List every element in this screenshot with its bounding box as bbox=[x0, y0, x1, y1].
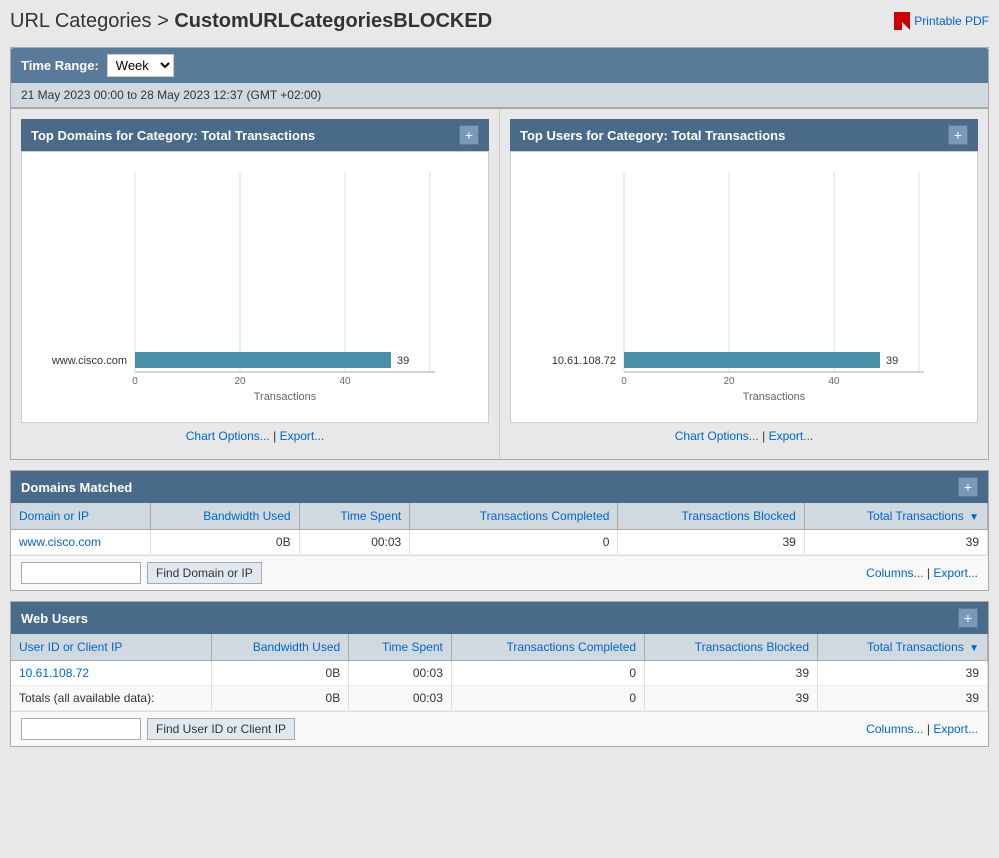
domains-chart-header: Top Domains for Category: Total Transact… bbox=[21, 119, 489, 151]
users-chart-add-btn[interactable]: + bbox=[948, 125, 968, 145]
users-export-table-link[interactable]: Export... bbox=[933, 722, 978, 736]
svg-text:40: 40 bbox=[828, 376, 840, 387]
col-tx-completed[interactable]: Transactions Completed bbox=[410, 503, 618, 530]
web-users-header: Web Users + bbox=[11, 602, 988, 634]
printable-pdf-link[interactable]: Printable PDF bbox=[894, 12, 989, 30]
web-users-add-btn[interactable]: + bbox=[958, 608, 978, 628]
find-domain-input[interactable] bbox=[21, 562, 141, 584]
user-value: 10.61.108.72 bbox=[11, 661, 211, 686]
find-user-input[interactable] bbox=[21, 718, 141, 740]
col-bandwidth[interactable]: Bandwidth Used bbox=[151, 503, 299, 530]
svg-text:40: 40 bbox=[339, 376, 351, 387]
users-chart-inner: 39 10.61.108.72 0 20 40 Transactions bbox=[510, 151, 978, 423]
domains-chart-add-btn[interactable]: + bbox=[459, 125, 479, 145]
totals-completed: 0 bbox=[451, 686, 644, 711]
col-user-total-tx[interactable]: Total Transactions ▼ bbox=[818, 634, 988, 661]
domains-find-controls: Find Domain or IP bbox=[21, 562, 262, 584]
domains-matched-header: Domains Matched + bbox=[11, 471, 988, 503]
svg-text:www.cisco.com: www.cisco.com bbox=[51, 355, 127, 367]
users-footer-links: Columns... | Export... bbox=[866, 722, 978, 736]
tx-completed-value: 0 bbox=[410, 530, 618, 555]
user-link[interactable]: 10.61.108.72 bbox=[19, 666, 89, 680]
table-row: 10.61.108.72 0B 00:03 0 39 39 bbox=[11, 661, 988, 686]
user-tx-completed-value: 0 bbox=[451, 661, 644, 686]
users-chart-options-link[interactable]: Chart Options... bbox=[675, 429, 759, 443]
users-chart-svg: 39 10.61.108.72 0 20 40 Transactions bbox=[521, 162, 967, 412]
page-title: URL Categories > CustomURLCategoriesBLOC… bbox=[10, 10, 492, 33]
col-user-tx-blocked[interactable]: Transactions Blocked bbox=[645, 634, 818, 661]
svg-text:39: 39 bbox=[886, 355, 898, 367]
users-chart-actions: Chart Options... | Export... bbox=[510, 423, 978, 449]
totals-blocked: 39 bbox=[645, 686, 818, 711]
svg-text:Transactions: Transactions bbox=[254, 391, 317, 403]
domain-link[interactable]: www.cisco.com bbox=[19, 535, 101, 549]
time-range-label: Time Range: bbox=[21, 58, 99, 73]
web-users-section: Web Users + User ID or Client IP Bandwid… bbox=[10, 601, 989, 747]
time-range-select[interactable]: Hour Day Week Month Year bbox=[107, 54, 174, 77]
time-spent-value: 00:03 bbox=[299, 530, 410, 555]
col-user-tx-completed[interactable]: Transactions Completed bbox=[451, 634, 644, 661]
totals-time-spent: 00:03 bbox=[349, 686, 452, 711]
domains-chart-panel: Top Domains for Category: Total Transact… bbox=[11, 109, 499, 459]
users-chart-area: 39 10.61.108.72 0 20 40 Transactions bbox=[521, 162, 967, 412]
web-users-table: User ID or Client IP Bandwidth Used Time… bbox=[11, 634, 988, 711]
col-user-id[interactable]: User ID or Client IP bbox=[11, 634, 211, 661]
svg-text:20: 20 bbox=[234, 376, 246, 387]
domains-export-table-link[interactable]: Export... bbox=[933, 566, 978, 580]
user-bandwidth-value: 0B bbox=[211, 661, 349, 686]
user-total-tx-value: 39 bbox=[818, 661, 988, 686]
svg-text:39: 39 bbox=[397, 355, 409, 367]
domains-chart-svg: 39 www.cisco.com 0 20 40 Transactions bbox=[32, 162, 478, 412]
total-tx-value: 39 bbox=[804, 530, 987, 555]
charts-row: Top Domains for Category: Total Transact… bbox=[11, 109, 988, 459]
domains-matched-table: Domain or IP Bandwidth Used Time Spent T… bbox=[11, 503, 988, 555]
svg-text:10.61.108.72: 10.61.108.72 bbox=[552, 355, 616, 367]
domains-chart-actions: Chart Options... | Export... bbox=[21, 423, 489, 449]
domains-chart-options-link[interactable]: Chart Options... bbox=[186, 429, 270, 443]
col-total-tx[interactable]: Total Transactions ▼ bbox=[804, 503, 987, 530]
totals-bandwidth: 0B bbox=[211, 686, 349, 711]
svg-text:Transactions: Transactions bbox=[743, 391, 806, 403]
col-time-spent[interactable]: Time Spent bbox=[299, 503, 410, 530]
col-user-time-spent[interactable]: Time Spent bbox=[349, 634, 452, 661]
user-time-spent-value: 00:03 bbox=[349, 661, 452, 686]
tx-blocked-value: 39 bbox=[618, 530, 804, 555]
users-find-controls: Find User ID or Client IP bbox=[21, 718, 295, 740]
svg-text:20: 20 bbox=[723, 376, 735, 387]
date-range-bar: 21 May 2023 00:00 to 28 May 2023 12:37 (… bbox=[11, 83, 988, 108]
totals-row: Totals (all available data): 0B 00:03 0 … bbox=[11, 686, 988, 711]
bandwidth-value: 0B bbox=[151, 530, 299, 555]
totals-label: Totals (all available data): bbox=[11, 686, 211, 711]
pdf-icon bbox=[894, 12, 910, 30]
domain-value: www.cisco.com bbox=[11, 530, 151, 555]
users-chart-header: Top Users for Category: Total Transactio… bbox=[510, 119, 978, 151]
users-columns-link[interactable]: Columns... bbox=[866, 722, 923, 736]
domains-export-link[interactable]: Export... bbox=[280, 429, 325, 443]
domains-footer-links: Columns... | Export... bbox=[866, 566, 978, 580]
find-domain-button[interactable]: Find Domain or IP bbox=[147, 562, 262, 584]
totals-total: 39 bbox=[818, 686, 988, 711]
domains-chart-area: 39 www.cisco.com 0 20 40 Transactions bbox=[32, 162, 478, 412]
col-user-bandwidth[interactable]: Bandwidth Used bbox=[211, 634, 349, 661]
users-export-link[interactable]: Export... bbox=[769, 429, 814, 443]
col-domain-ip[interactable]: Domain or IP bbox=[11, 503, 151, 530]
col-tx-blocked[interactable]: Transactions Blocked bbox=[618, 503, 804, 530]
svg-text:0: 0 bbox=[132, 376, 138, 387]
users-table-footer: Find User ID or Client IP Columns... | E… bbox=[11, 711, 988, 746]
domains-columns-link[interactable]: Columns... bbox=[866, 566, 923, 580]
time-range-bar: Time Range: Hour Day Week Month Year bbox=[11, 48, 988, 83]
domains-matched-add-btn[interactable]: + bbox=[958, 477, 978, 497]
domains-matched-section: Domains Matched + Domain or IP Bandwidth… bbox=[10, 470, 989, 591]
table-row: www.cisco.com 0B 00:03 0 39 39 bbox=[11, 530, 988, 555]
domains-table-footer: Find Domain or IP Columns... | Export... bbox=[11, 555, 988, 590]
find-user-button[interactable]: Find User ID or Client IP bbox=[147, 718, 295, 740]
user-tx-blocked-value: 39 bbox=[645, 661, 818, 686]
domains-chart-inner: 39 www.cisco.com 0 20 40 Transactions bbox=[21, 151, 489, 423]
svg-text:0: 0 bbox=[621, 376, 627, 387]
users-chart-panel: Top Users for Category: Total Transactio… bbox=[500, 109, 988, 459]
